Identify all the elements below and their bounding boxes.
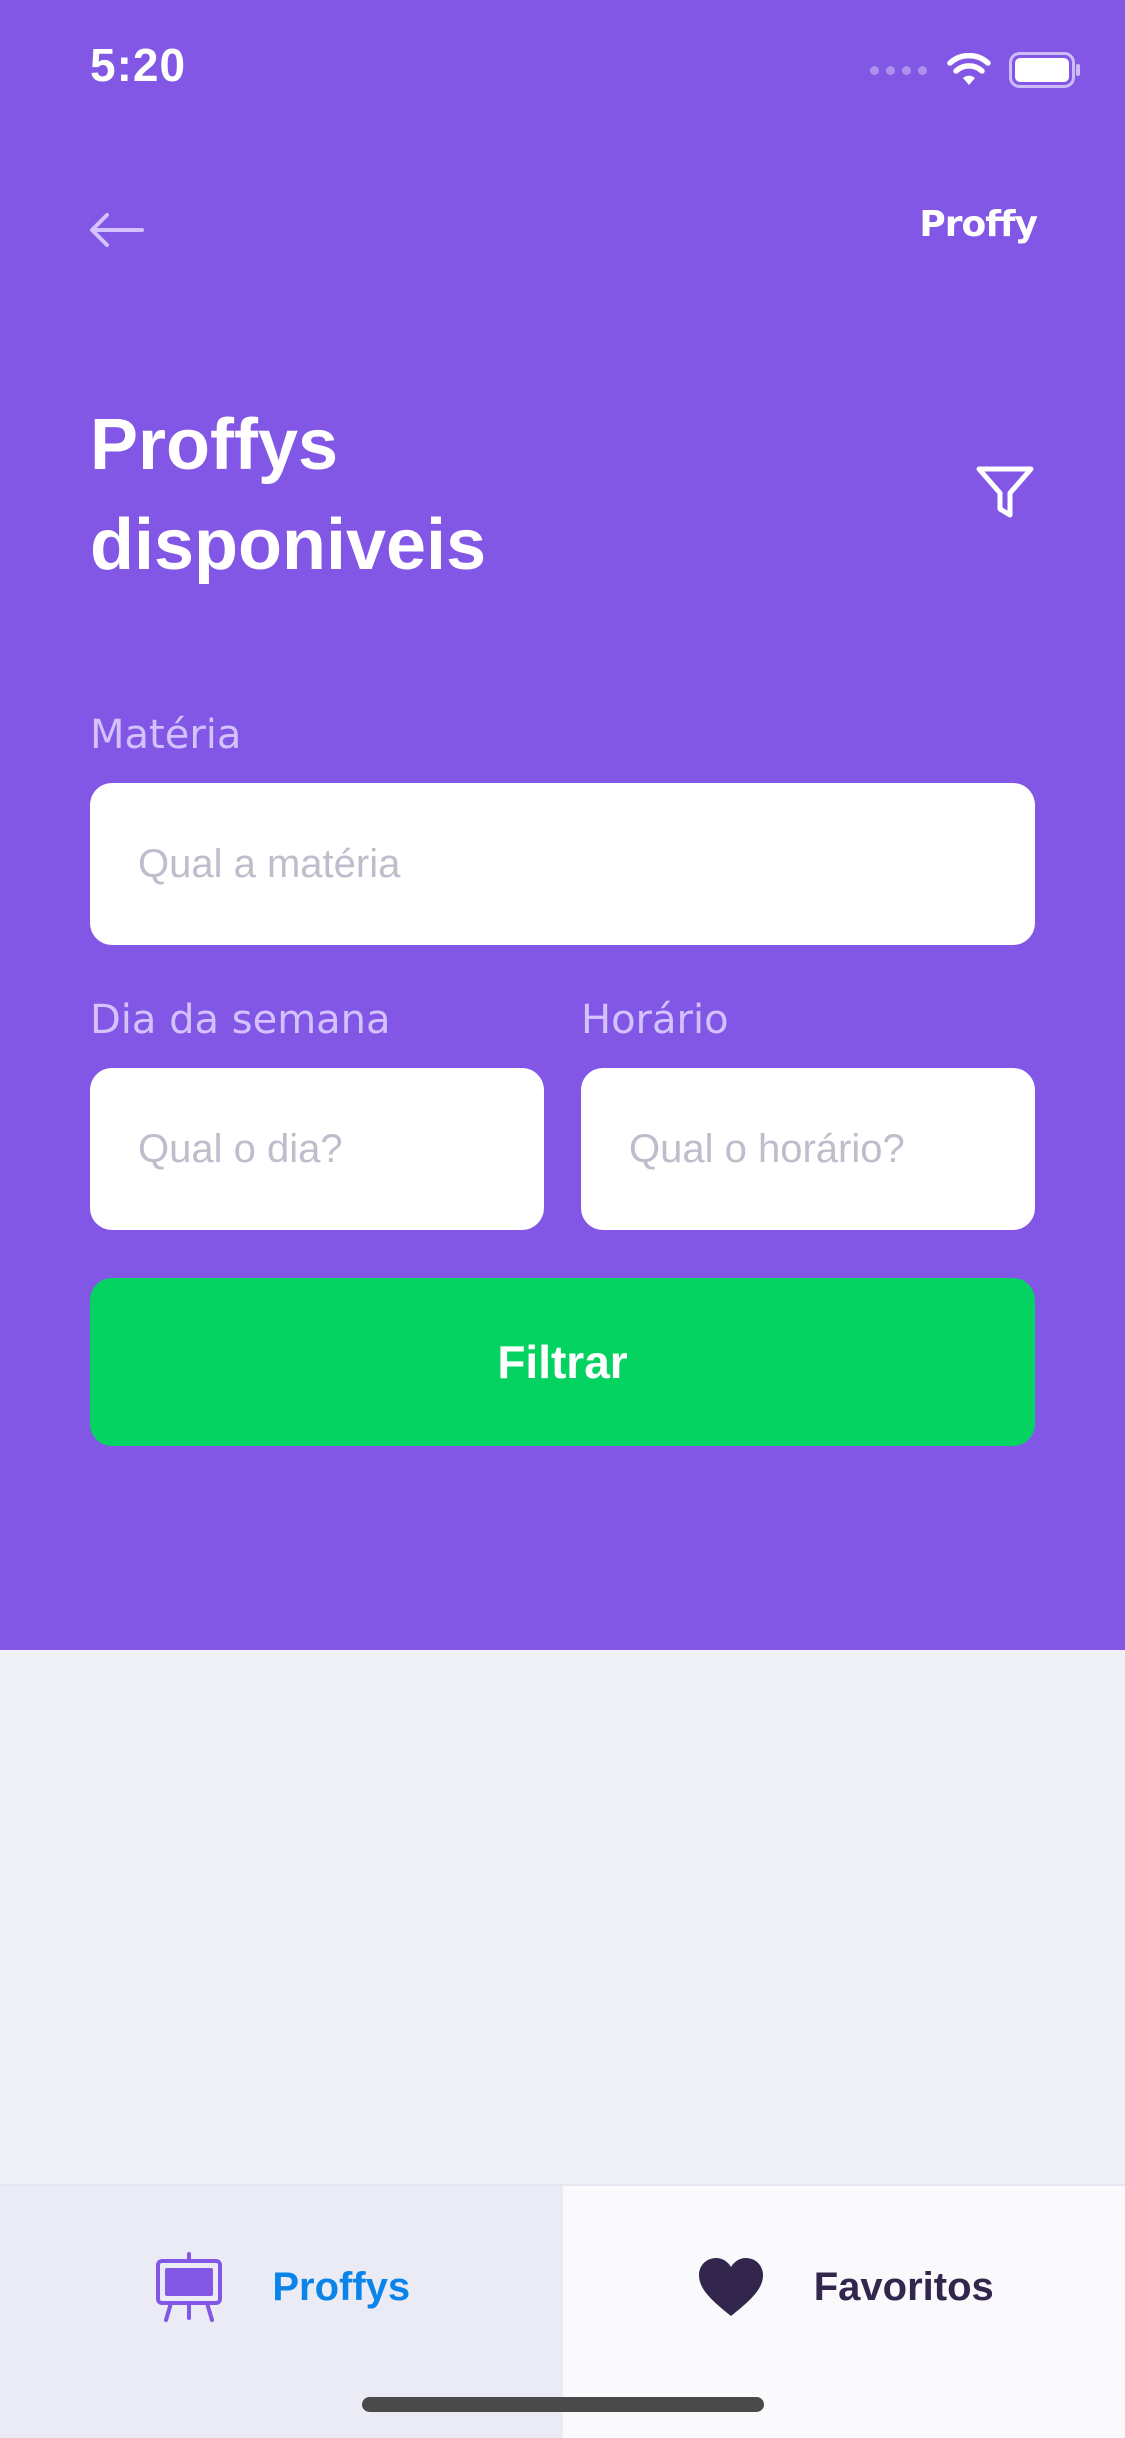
signal-dots-icon (870, 66, 927, 75)
page-title-line2: disponiveis (90, 505, 486, 585)
wifi-icon (947, 53, 991, 87)
battery-icon (1009, 52, 1081, 88)
back-button[interactable] (88, 200, 148, 260)
time-label: Horário (581, 997, 729, 1043)
tab-favoritos-label: Favoritos (814, 2250, 994, 2324)
arrow-left-icon (88, 212, 144, 248)
subject-label: Matéria (90, 712, 241, 758)
filter-submit-button[interactable]: Filtrar (90, 1278, 1035, 1446)
tab-proffys-label: Proffys (272, 2250, 410, 2324)
weekday-label: Dia da semana (90, 997, 391, 1043)
filter-icon (975, 465, 1035, 521)
time-input[interactable] (581, 1068, 1035, 1230)
page-title: Proffys disponiveis (90, 395, 790, 595)
header-section: 5:20 Proffy Proffys disponiveis Matéria (0, 0, 1125, 1650)
filter-toggle-button[interactable] (968, 456, 1042, 530)
page-title-line1: Proffys (90, 405, 338, 485)
subject-input[interactable] (90, 783, 1035, 945)
home-indicator[interactable] (362, 2397, 764, 2412)
weekday-input[interactable] (90, 1068, 544, 1230)
easel-icon (152, 2250, 226, 2324)
heart-icon (694, 2250, 768, 2324)
status-icons (870, 50, 1081, 90)
status-time: 5:20 (90, 38, 186, 92)
proffy-logo: Proffy (919, 204, 1037, 245)
